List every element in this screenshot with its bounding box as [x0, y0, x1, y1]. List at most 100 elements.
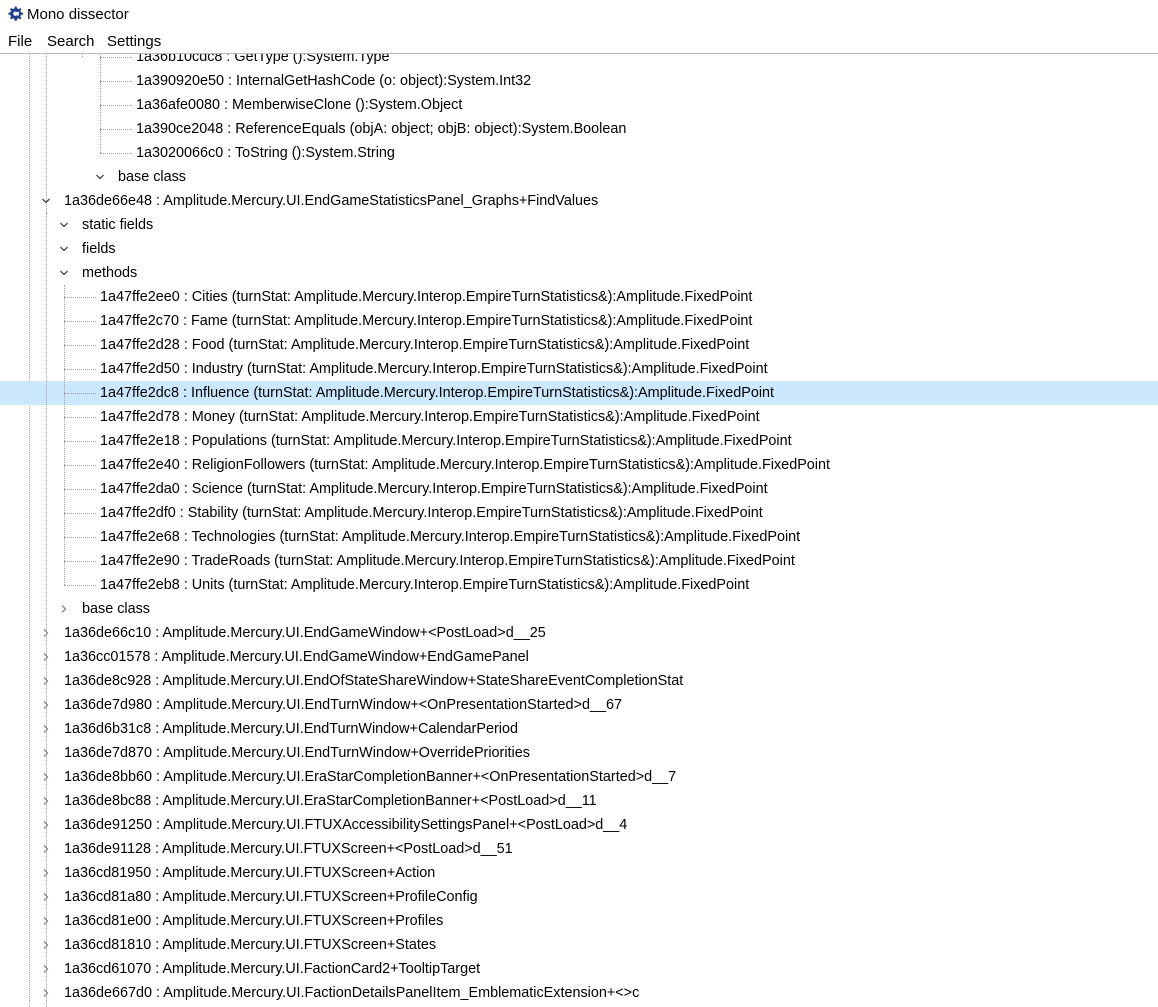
- tree-node-label: 1a47ffe2df0 : Stability (turnStat: Ampli…: [100, 505, 763, 521]
- tree-node-label: 1a47ffe2c70 : Fame (turnStat: Amplitude.…: [100, 313, 753, 329]
- chevron-right-icon[interactable]: [41, 748, 51, 758]
- chevron-right-icon[interactable]: [41, 940, 51, 950]
- chevron-right-icon[interactable]: [41, 796, 51, 806]
- chevron-right-icon[interactable]: [41, 916, 51, 926]
- tree-node[interactable]: 1a36de8c928 : Amplitude.Mercury.UI.EndOf…: [0, 669, 1158, 693]
- tree-node[interactable]: 1a36de8bc88 : Amplitude.Mercury.UI.EraSt…: [0, 789, 1158, 813]
- tree-connector-line: [100, 129, 132, 130]
- tree-node-leaf[interactable]: 1a47ffe2d50 : Industry (turnStat: Amplit…: [0, 357, 1158, 381]
- tree-node[interactable]: fields: [0, 237, 1158, 261]
- tree-node[interactable]: 1a36cd81e00 : Amplitude.Mercury.UI.FTUXS…: [0, 909, 1158, 933]
- tree-node-label: 1a47ffe2e90 : TradeRoads (turnStat: Ampl…: [100, 553, 795, 569]
- tree-node-leaf[interactable]: 1a47ffe2e68 : Technologies (turnStat: Am…: [0, 525, 1158, 549]
- tree-node[interactable]: 1a36de66c10 : Amplitude.Mercury.UI.EndGa…: [0, 621, 1158, 645]
- tree-node-label: 1a47ffe2dc8 : Influence (turnStat: Ampli…: [100, 385, 775, 401]
- tree-node-leaf[interactable]: 1a390920e50 : InternalGetHashCode (o: ob…: [0, 69, 1158, 93]
- tree-node-label: 1a36cc01578 : Amplitude.Mercury.UI.EndGa…: [64, 649, 529, 665]
- tree-node[interactable]: base class: [0, 597, 1158, 621]
- tree-connector-line: [100, 57, 132, 58]
- tree-node-label: 1a47ffe2da0 : Science (turnStat: Amplitu…: [100, 481, 768, 497]
- chevron-right-icon[interactable]: [41, 724, 51, 734]
- tree-node[interactable]: 1a36cd81a80 : Amplitude.Mercury.UI.FTUXS…: [0, 885, 1158, 909]
- chevron-right-icon[interactable]: [41, 844, 51, 854]
- tree-node[interactable]: base class: [0, 165, 1158, 189]
- tree-node[interactable]: static fields: [0, 213, 1158, 237]
- menu-search[interactable]: Search: [45, 32, 97, 51]
- tree-node-leaf[interactable]: 1a47ffe2df0 : Stability (turnStat: Ampli…: [0, 501, 1158, 525]
- chevron-right-icon[interactable]: [41, 988, 51, 998]
- tree-node[interactable]: 1a36de667d0 : Amplitude.Mercury.UI.Facti…: [0, 981, 1158, 1005]
- chevron-right-icon[interactable]: [41, 652, 51, 662]
- tree-node-label: 1a47ffe2d28 : Food (turnStat: Amplitude.…: [100, 337, 750, 353]
- tree-node-label: base class: [82, 601, 150, 617]
- chevron-down-icon[interactable]: [59, 220, 69, 230]
- tree-node-leaf[interactable]: 1a47ffe2d28 : Food (turnStat: Amplitude.…: [0, 333, 1158, 357]
- chevron-down-icon[interactable]: [95, 172, 105, 182]
- tree-node-label: 1a47ffe2e40 : ReligionFollowers (turnSta…: [100, 457, 830, 473]
- tree-node-leaf[interactable]: 1a3020066c0 : ToString ():System.String: [0, 141, 1158, 165]
- tree-node[interactable]: 1a36de66e48 : Amplitude.Mercury.UI.EndGa…: [0, 189, 1158, 213]
- chevron-right-icon[interactable]: [41, 820, 51, 830]
- tree-node-label: 1a36cd81950 : Amplitude.Mercury.UI.FTUXS…: [64, 865, 436, 881]
- chevron-right-icon[interactable]: [41, 868, 51, 878]
- tree-node-leaf[interactable]: 1a47ffe2dc8 : Influence (turnStat: Ampli…: [0, 381, 1158, 405]
- tree-node-leaf[interactable]: 1a47ffe2e18 : Populations (turnStat: Amp…: [0, 429, 1158, 453]
- tree-connector-line: [64, 345, 96, 346]
- tree-node-label: 1a36cd81a80 : Amplitude.Mercury.UI.FTUXS…: [64, 889, 478, 905]
- tree-node[interactable]: 1a36de8bb60 : Amplitude.Mercury.UI.EraSt…: [0, 765, 1158, 789]
- tree-node-label: 1a36de7d980 : Amplitude.Mercury.UI.EndTu…: [64, 697, 622, 713]
- tree-guide-line: [46, 213, 47, 633]
- tree-node-leaf[interactable]: 1a36b10cdc8 : GetType ():System.Type: [0, 54, 1158, 69]
- tree-node[interactable]: 1a36de91250 : Amplitude.Mercury.UI.FTUXA…: [0, 813, 1158, 837]
- tree-node-label: static fields: [82, 217, 154, 233]
- tree-guide-line: [100, 54, 101, 153]
- tree-connector-line: [100, 105, 132, 106]
- tree-node-leaf[interactable]: 1a47ffe2ee0 : Cities (turnStat: Amplitud…: [0, 285, 1158, 309]
- chevron-right-icon[interactable]: [41, 700, 51, 710]
- tree-node-label: 1a36cd81e00 : Amplitude.Mercury.UI.FTUXS…: [64, 913, 444, 929]
- tree-connector-line: [64, 297, 96, 298]
- tree-node[interactable]: 1a36cd81810 : Amplitude.Mercury.UI.FTUXS…: [0, 933, 1158, 957]
- tree-node-leaf[interactable]: 1a47ffe2e40 : ReligionFollowers (turnSta…: [0, 453, 1158, 477]
- chevron-right-icon[interactable]: [41, 964, 51, 974]
- tree-node-leaf[interactable]: 1a36afe0080 : MemberwiseClone ():System.…: [0, 93, 1158, 117]
- tree-node[interactable]: 1a36de91128 : Amplitude.Mercury.UI.FTUXS…: [0, 837, 1158, 861]
- tree-node-leaf[interactable]: 1a47ffe2da0 : Science (turnStat: Amplitu…: [0, 477, 1158, 501]
- tree-node[interactable]: 1a36cd81950 : Amplitude.Mercury.UI.FTUXS…: [0, 861, 1158, 885]
- tree-connector-line: [64, 369, 96, 370]
- tree-node[interactable]: 1a36cc01578 : Amplitude.Mercury.UI.EndGa…: [0, 645, 1158, 669]
- tree-node[interactable]: 1a36d6b31c8 : Amplitude.Mercury.UI.EndTu…: [0, 717, 1158, 741]
- tree-connector-line: [100, 81, 132, 82]
- chevron-down-icon[interactable]: [59, 244, 69, 254]
- chevron-right-icon[interactable]: [41, 676, 51, 686]
- chevron-right-icon[interactable]: [41, 892, 51, 902]
- tree-node-label: 1a36cd61070 : Amplitude.Mercury.UI.Facti…: [64, 961, 481, 977]
- tree-node-leaf[interactable]: 1a47ffe2c70 : Fame (turnStat: Amplitude.…: [0, 309, 1158, 333]
- chevron-down-icon[interactable]: [59, 268, 69, 278]
- chevron-right-icon[interactable]: [41, 772, 51, 782]
- tree-node-label: 1a390920e50 : InternalGetHashCode (o: ob…: [136, 73, 532, 89]
- tree-node-leaf[interactable]: 1a390ce2048 : ReferenceEquals (objA: obj…: [0, 117, 1158, 141]
- tree-node-label: base class: [118, 169, 186, 185]
- tree-node[interactable]: 1a36de7d980 : Amplitude.Mercury.UI.EndTu…: [0, 693, 1158, 717]
- tree-node-label: 1a36cd81810 : Amplitude.Mercury.UI.FTUXS…: [64, 937, 437, 953]
- menu-file[interactable]: File: [6, 32, 34, 51]
- chevron-right-icon[interactable]: [59, 604, 69, 614]
- tree-guide-line: [82, 54, 83, 57]
- tree-node-leaf[interactable]: 1a47ffe2d78 : Money (turnStat: Amplitude…: [0, 405, 1158, 429]
- tree-node-label: 1a36de91250 : Amplitude.Mercury.UI.FTUXA…: [64, 817, 628, 833]
- tree-node[interactable]: 1a36cd61070 : Amplitude.Mercury.UI.Facti…: [0, 957, 1158, 981]
- tree-node[interactable]: 1a36de7d870 : Amplitude.Mercury.UI.EndTu…: [0, 741, 1158, 765]
- tree-node[interactable]: methods: [0, 261, 1158, 285]
- tree-node-label: 1a47ffe2eb8 : Units (turnStat: Amplitude…: [100, 577, 750, 593]
- tree-connector-line: [64, 513, 96, 514]
- tree-connector-line: [64, 561, 96, 562]
- tree-node-label: 1a3020066c0 : ToString ():System.String: [136, 145, 395, 161]
- chevron-down-icon[interactable]: [41, 196, 51, 206]
- tree-node-leaf[interactable]: 1a47ffe2eb8 : Units (turnStat: Amplitude…: [0, 573, 1158, 597]
- tree-node-leaf[interactable]: 1a47ffe2e90 : TradeRoads (turnStat: Ampl…: [0, 549, 1158, 573]
- menu-settings[interactable]: Settings: [105, 32, 163, 51]
- tree-node-label: 1a36de66e48 : Amplitude.Mercury.UI.EndGa…: [64, 193, 599, 209]
- class-tree-view[interactable]: 1a36b10cdc8 : GetType ():System.Type 1a39…: [0, 54, 1158, 1007]
- tree-node-label: 1a47ffe2d50 : Industry (turnStat: Amplit…: [100, 361, 768, 377]
